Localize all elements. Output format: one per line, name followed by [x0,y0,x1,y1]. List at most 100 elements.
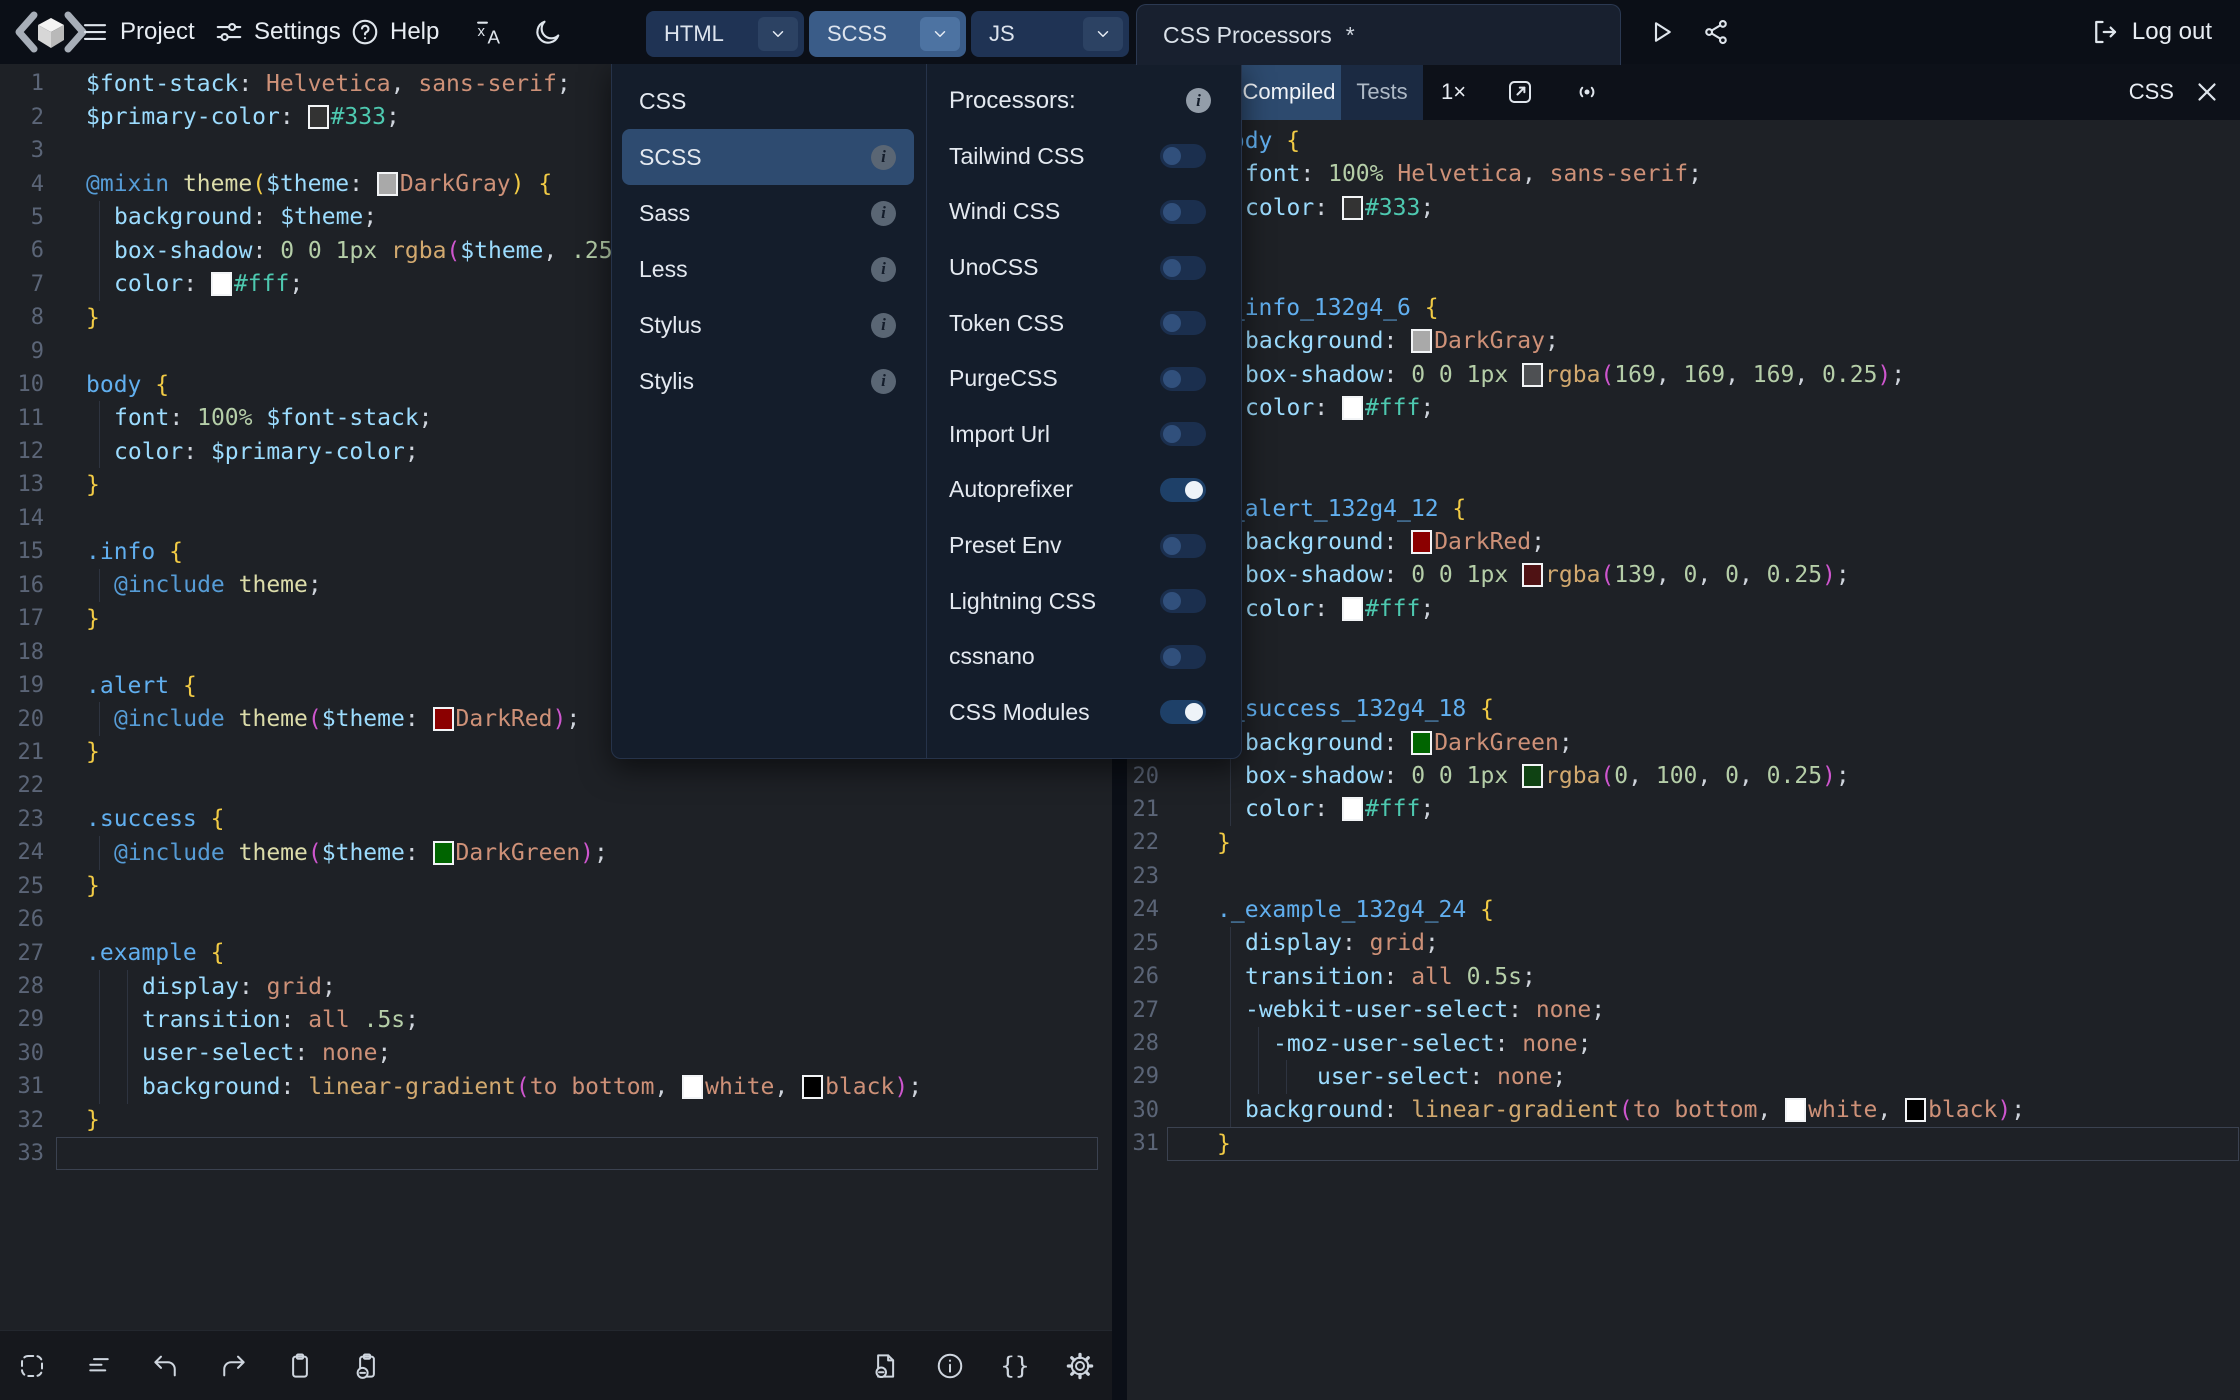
language-menu-item-sass[interactable]: Sass i [622,185,914,241]
code-token: : [1314,395,1342,422]
menu-project[interactable]: Project [80,0,195,64]
color-swatch[interactable] [1341,596,1363,621]
color-swatch[interactable] [1341,195,1363,220]
color-swatch[interactable] [307,105,329,130]
color-swatch[interactable] [376,172,398,197]
open-preview-window-icon[interactable] [1505,77,1535,107]
app-logo-icon[interactable] [12,8,90,56]
dark-mode-moon-icon[interactable] [532,16,564,48]
editor-tab-js[interactable]: JS [971,11,1129,57]
color-swatch[interactable] [432,707,454,732]
tab-tests[interactable]: Tests [1341,64,1423,120]
language-menu-item-label: Sass [639,199,691,226]
line-number: 18 [17,639,45,665]
toggle-purgecss[interactable] [1160,366,1206,391]
close-icon[interactable] [2192,77,2222,107]
code-token: ; [1688,161,1703,188]
info-icon[interactable]: i [871,312,896,338]
toggle-tailwind-css[interactable] [1160,144,1206,169]
toggle-import-url[interactable] [1160,422,1206,447]
language-menu-item-css[interactable]: CSS [622,73,914,129]
color-swatch[interactable] [1905,1098,1927,1123]
gear-icon[interactable] [1062,1348,1098,1384]
color-swatch[interactable] [1411,730,1433,755]
broadcast-icon[interactable] [1572,77,1602,107]
code-token: display [1245,930,1342,957]
toggle-lightning-css[interactable] [1160,589,1206,614]
line-number: 27 [1132,997,1160,1023]
line-number: 14 [17,505,45,531]
indent-guide [99,836,100,870]
chevron-down-icon[interactable] [758,17,798,51]
toggle-windi-css[interactable] [1160,199,1206,224]
color-swatch[interactable] [1411,529,1433,554]
menu-settings[interactable]: Settings [214,0,341,64]
info-icon[interactable]: i [1186,88,1211,114]
code-line: 23 .success { [0,803,1112,836]
code-token: color [1245,796,1315,823]
color-swatch[interactable] [1411,329,1433,354]
code-token: ; [1591,997,1606,1024]
language-menu-item-less[interactable]: Less i [622,241,914,297]
translate-icon[interactable]: xA [474,16,506,48]
color-swatch[interactable] [802,1074,824,1099]
color-swatch[interactable] [1341,797,1363,822]
compiled-language-label: CSS [2128,79,2174,104]
toggle-unocss[interactable] [1160,255,1206,280]
chevron-down-icon[interactable] [1083,17,1123,51]
code-token: ) [1877,361,1892,388]
logout-button[interactable]: Log out [2090,0,2212,64]
tab-compiled[interactable]: Compiled [1237,64,1341,120]
file-tab-css-processors[interactable]: CSS Processors * [1136,4,1621,65]
toggle-cssnano[interactable] [1160,644,1206,669]
menu-help[interactable]: Help [350,0,439,64]
language-menu-item-stylus[interactable]: Stylus i [622,297,914,353]
color-swatch[interactable] [1785,1098,1807,1123]
run-play-icon[interactable] [1645,16,1677,48]
code-token: ; [556,70,571,97]
selection-icon[interactable] [14,1348,50,1384]
undo-icon[interactable] [148,1348,184,1384]
align-lines-icon[interactable] [81,1348,117,1384]
color-swatch[interactable] [1341,396,1363,421]
color-swatch[interactable] [682,1074,704,1099]
info-icon[interactable]: i [871,200,896,226]
code-token: ( [307,706,322,733]
toggle-autoprefixer[interactable] [1160,477,1206,502]
language-menu-item-stylis[interactable]: Stylis i [622,353,914,409]
share-icon[interactable] [1700,16,1732,48]
code-token: sans-serif [418,70,557,97]
toggle-css-modules[interactable] [1160,700,1206,725]
code-line: 25 display: grid; [1127,926,2240,960]
code-token: : [169,405,198,432]
clipboard-minus-icon[interactable] [349,1348,385,1384]
color-swatch[interactable] [1522,563,1544,588]
chevron-down-icon[interactable] [920,17,960,51]
file-minus-icon[interactable] [867,1348,903,1384]
help-circle-icon [350,17,380,47]
info-icon[interactable]: i [871,256,896,282]
info-icon[interactable]: i [871,144,896,170]
clipboard-icon[interactable] [282,1348,318,1384]
zoom-level[interactable]: 1× [1441,64,1466,120]
color-swatch[interactable] [1522,362,1544,387]
toggle-token-css[interactable] [1160,311,1206,336]
color-swatch[interactable] [1522,764,1544,789]
redo-icon[interactable] [215,1348,251,1384]
editor-tab-scss[interactable]: SCSS [809,11,966,57]
color-swatch[interactable] [210,272,232,297]
compiled-editor[interactable]: 1body {2font: 100% Helvetica, sans-serif… [1127,120,2240,1400]
toggle-preset-env[interactable] [1160,533,1206,558]
info-icon[interactable]: i [871,368,896,394]
editor-tab-html[interactable]: HTML [646,11,804,57]
code-token: font [1245,161,1301,188]
info-icon[interactable] [932,1348,968,1384]
code-token: , [1655,361,1684,388]
line-number: 2 [30,104,44,130]
indent-guide [99,234,100,268]
language-menu-item-scss[interactable]: SCSS i [622,129,914,185]
braces-icon[interactable]: {} [997,1348,1033,1384]
color-swatch[interactable] [432,840,454,865]
processor-row-autoprefixer: Autoprefixer [927,462,1241,518]
